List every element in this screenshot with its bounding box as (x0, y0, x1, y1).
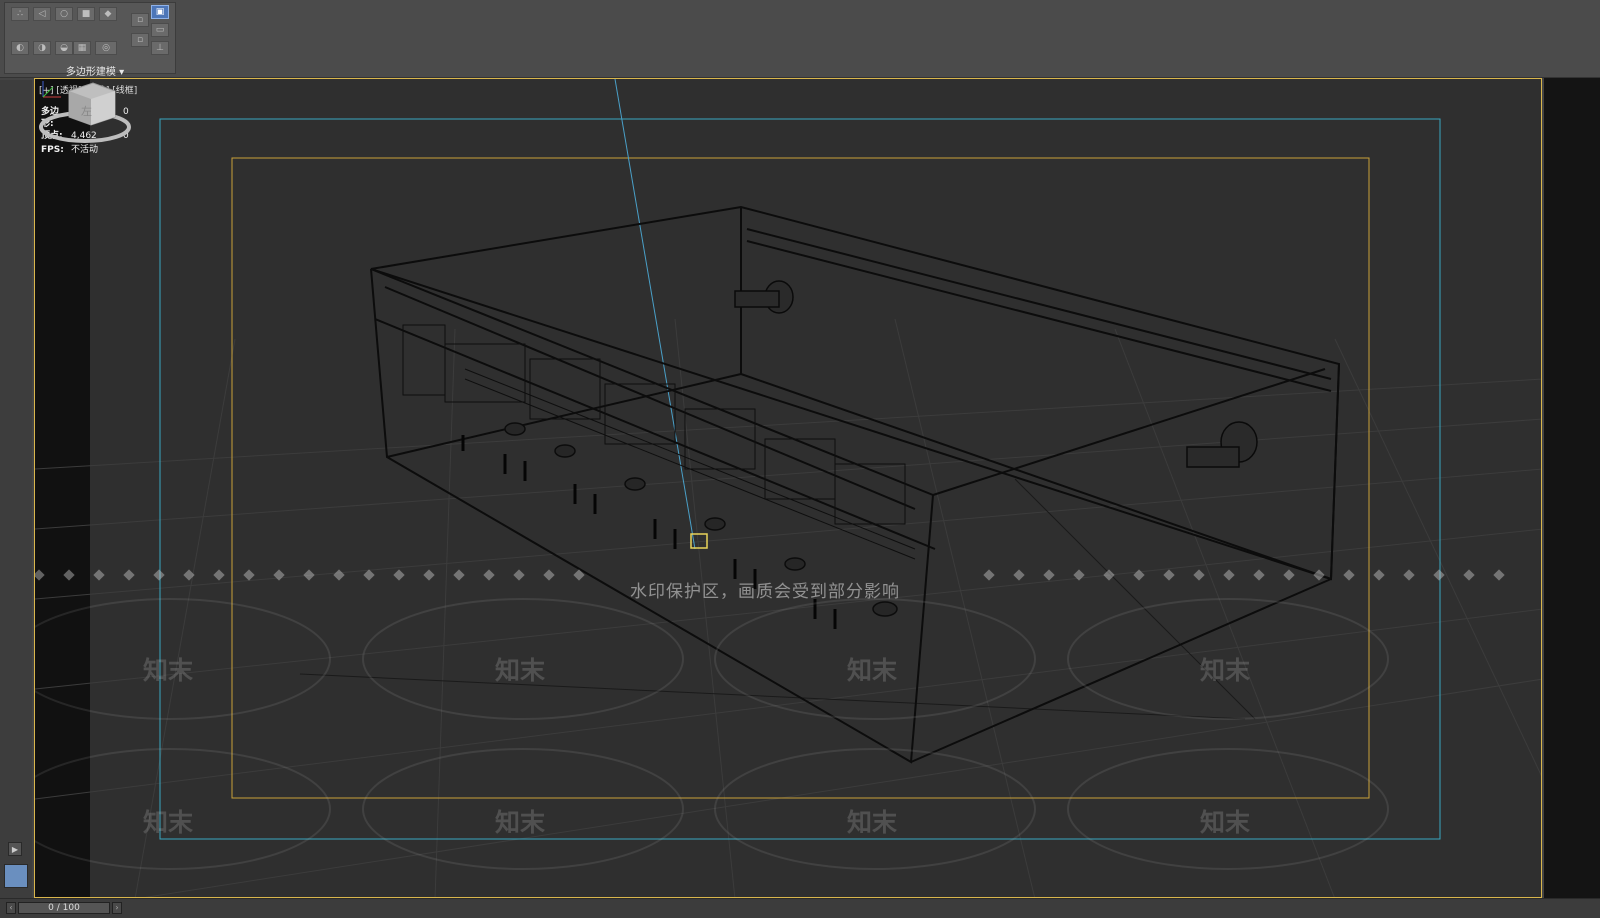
panel-b-icon[interactable]: ▫ (131, 33, 149, 47)
polygon-tool-icon[interactable]: ■ (77, 7, 95, 21)
right-panel (1544, 78, 1600, 898)
time-slider[interactable]: 0 / 100 (18, 902, 110, 914)
selection-mode-icon[interactable]: ▣ (151, 5, 169, 19)
watermark-brand: 知末 (495, 656, 546, 685)
play-icon[interactable]: ▶ (8, 842, 22, 856)
vertex-tool-icon[interactable]: ∴ (11, 7, 29, 21)
left-toolbar: ▶ (0, 80, 32, 898)
border-tool-icon[interactable]: ○ (55, 7, 73, 21)
safe-frame-outer (159, 118, 1441, 840)
edge-tool-icon[interactable]: ◁ (33, 7, 51, 21)
watermark-brand: 知末 (847, 808, 898, 837)
modeling-ribbon: ∴ ◁ ○ ■ ◆ ◐ ◑ ◒ ▦ ◎ ▫ ▫ ▣ ▭ ⊥ 多边形建模 ▾ (4, 2, 176, 78)
panel-c-icon[interactable]: ▭ (151, 23, 169, 37)
top-command-panel: ∴ ◁ ○ ■ ◆ ◐ ◑ ◒ ▦ ◎ ▫ ▫ ▣ ▭ ⊥ 多边形建模 ▾ (0, 0, 1600, 78)
panel-a-icon[interactable]: ▫ (131, 13, 149, 27)
watermark-notice: 水印保护区，画质会受到部分影响 (630, 582, 900, 602)
watermark-shapes (35, 598, 1389, 870)
grow-icon[interactable]: ◐ (11, 41, 29, 55)
watermark-brand: 知末 (143, 656, 194, 685)
axis-gizmo-icon (42, 81, 61, 98)
color-swatch[interactable] (4, 864, 28, 888)
chevron-down-icon: ▾ (119, 67, 125, 78)
perspective-viewport[interactable]: [+] [透视] [标准] [线框] 总计 多边形: 2,877 0 顶点: 4… (34, 78, 1542, 898)
watermark-brand: 知末 (847, 656, 898, 685)
ribbon-dropdown[interactable]: 多边形建模 ▾ (5, 63, 185, 78)
timeline: ‹ 0 / 100 › (0, 898, 1600, 918)
watermark-brand: 知末 (495, 808, 546, 837)
timeline-prev-icon[interactable]: ‹ (6, 902, 16, 914)
scene-wireframe (35, 79, 1541, 897)
settings-icon[interactable]: ◎ (95, 41, 117, 55)
timeline-next-icon[interactable]: › (112, 902, 122, 914)
light-ray (614, 79, 696, 550)
loop-icon[interactable]: ◒ (55, 41, 73, 55)
viewport-left-mask (35, 79, 90, 897)
viewcube-label: 左 (81, 105, 92, 118)
shrink-icon[interactable]: ◑ (33, 41, 51, 55)
watermark-brand: 知末 (1200, 808, 1251, 837)
element-tool-icon[interactable]: ◆ (99, 7, 117, 21)
ribbon-title: 多边形建模 (65, 67, 116, 78)
watermark-brand: 知末 (143, 808, 194, 837)
ring-icon[interactable]: ▦ (73, 41, 91, 55)
pin-icon[interactable]: ⊥ (151, 41, 169, 55)
watermark-brand: 知末 (1200, 656, 1251, 685)
